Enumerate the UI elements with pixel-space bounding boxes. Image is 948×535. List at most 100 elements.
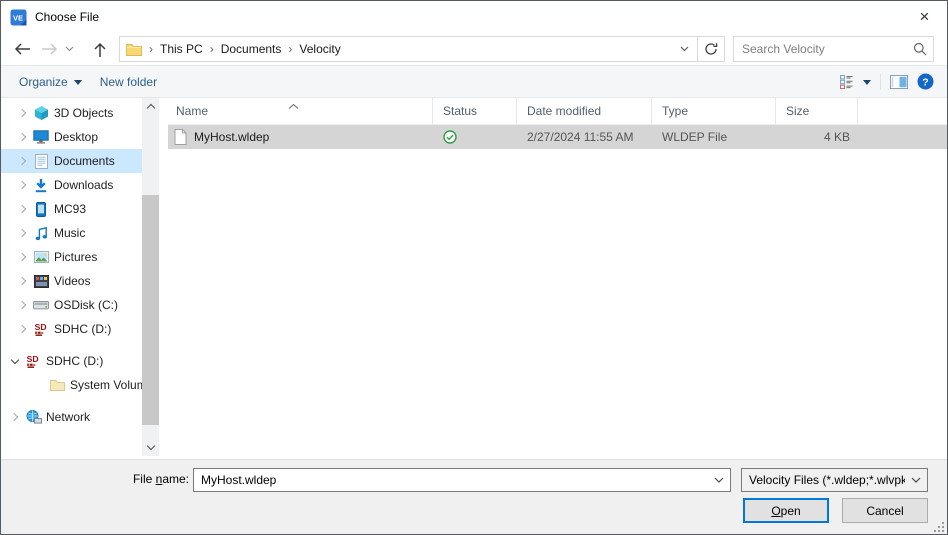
chevron-down-icon[interactable] — [7, 355, 23, 365]
back-button[interactable] — [7, 36, 37, 62]
chevron-right-icon[interactable] — [15, 204, 31, 214]
desktop-icon — [31, 130, 51, 144]
sidebar-item-documents[interactable]: Documents — [1, 149, 142, 173]
scroll-up-button[interactable] — [142, 98, 159, 115]
help-button[interactable]: ? — [917, 73, 934, 90]
column-header-type[interactable]: Type — [652, 98, 776, 124]
search-icon — [907, 42, 933, 56]
chevron-right-icon[interactable] — [15, 156, 31, 166]
chevron-down-icon[interactable] — [708, 477, 730, 483]
chevron-down-icon — [680, 46, 688, 52]
device-icon — [31, 201, 51, 217]
column-header-status[interactable]: Status — [433, 98, 517, 124]
sidebar-item-sdhc-d[interactable]: SD SDHC (D:) — [1, 349, 142, 373]
sort-ascending-icon — [288, 98, 299, 112]
up-button[interactable] — [85, 36, 115, 62]
svg-text:VE: VE — [13, 13, 23, 22]
network-icon — [23, 410, 43, 424]
date-modified-text: 2/27/2024 11:55 AM — [527, 130, 634, 144]
folder-icon — [47, 379, 67, 392]
breadcrumb: › This PC › Documents › Velocity — [120, 37, 671, 61]
resize-grip[interactable] — [933, 521, 944, 532]
chevron-right-icon[interactable] — [15, 108, 31, 118]
videos-icon — [31, 274, 51, 288]
file-type-dropdown[interactable]: Velocity Files (*.wldep;*.wlvpk;* — [741, 468, 928, 492]
breadcrumb-item-documents[interactable]: Documents — [221, 42, 282, 56]
address-dropdown-button[interactable] — [671, 37, 697, 61]
sidebar-scrollbar[interactable] — [142, 98, 159, 456]
breadcrumb-separator-icon: › — [288, 42, 293, 56]
search-input[interactable] — [734, 42, 907, 56]
sidebar-item-mc93[interactable]: MC93 — [1, 197, 142, 221]
details-view-icon — [840, 74, 853, 89]
breadcrumb-separator-icon: › — [209, 42, 214, 56]
sidebar-item-pictures[interactable]: Pictures — [1, 245, 142, 269]
pictures-icon — [31, 251, 51, 263]
sidebar-item-downloads[interactable]: Downloads — [1, 173, 142, 197]
sidebar-item-videos[interactable]: Videos — [1, 269, 142, 293]
chevron-right-icon[interactable] — [15, 276, 31, 286]
sidebar-item-osdisk-c[interactable]: OSDisk (C:) — [1, 293, 142, 317]
sidebar-item-desktop[interactable]: Desktop — [1, 125, 142, 149]
tree-gap — [1, 341, 142, 349]
scrollbar-thumb[interactable] — [142, 195, 159, 425]
file-list[interactable]: Name Status Date modified Type Size MyHost.w… — [168, 98, 947, 459]
column-header-label: Size — [786, 104, 810, 118]
forward-arrow-icon — [41, 43, 57, 55]
close-button[interactable]: × — [902, 1, 947, 32]
sidebar-item-label: OSDisk (C:) — [54, 298, 118, 312]
scroll-down-button[interactable] — [142, 439, 159, 456]
cancel-button[interactable]: Cancel — [842, 498, 928, 523]
chevron-down-icon — [146, 441, 155, 451]
open-button[interactable]: Open — [743, 498, 829, 523]
file-name-combobox[interactable] — [193, 468, 731, 492]
column-header-name[interactable]: Name — [168, 98, 433, 124]
file-name-text: MyHost.wldep — [194, 130, 270, 144]
column-header-label: Status — [443, 104, 478, 118]
sidebar-item-label: 3D Objects — [54, 106, 114, 120]
sidebar-item-network[interactable]: Network — [1, 405, 142, 429]
organize-button[interactable]: Organize — [10, 66, 91, 97]
help-icon: ? — [917, 73, 934, 90]
chevron-down-icon — [65, 46, 73, 52]
file-row-myhost-wldep[interactable]: MyHost.wldep 2/27/2024 11:55 AM WLDEP File… — [168, 125, 947, 149]
dialog-footer: File name: Velocity Files (*.wldep;*.wlv… — [1, 459, 947, 534]
breadcrumb-item-velocity[interactable]: Velocity — [299, 42, 340, 56]
close-icon: × — [919, 7, 930, 26]
column-header-label: Date modified — [527, 104, 602, 118]
new-folder-button[interactable]: New folder — [91, 66, 166, 97]
chevron-right-icon[interactable] — [15, 180, 31, 190]
sidebar-item-sdhc-d[interactable]: SD SDHC (D:) — [1, 317, 142, 341]
column-header-date-modified[interactable]: Date modified — [517, 98, 652, 124]
column-header-label: Name — [176, 104, 209, 118]
chevron-right-icon[interactable] — [15, 132, 31, 142]
search-box[interactable] — [733, 36, 934, 62]
address-bar[interactable]: › This PC › Documents › Velocity — [119, 36, 725, 62]
downloads-icon — [31, 178, 51, 193]
sidebar-item-music[interactable]: Music — [1, 221, 142, 245]
sidebar-item-label: Network — [46, 410, 91, 424]
sd-card-icon: SD — [31, 322, 51, 337]
chevron-right-icon[interactable] — [7, 412, 23, 422]
chevron-right-icon[interactable] — [15, 300, 31, 310]
change-view-button[interactable] — [840, 74, 871, 89]
breadcrumb-item-this-pc[interactable]: This PC — [160, 42, 203, 56]
sidebar-item-system-volume-i[interactable]: System Volume I — [1, 373, 142, 397]
navigation-row: › This PC › Documents › Velocity — [1, 33, 947, 65]
tree-gap — [1, 397, 142, 405]
music-icon — [31, 226, 51, 241]
sidebar-item-3d-objects[interactable]: 3D Objects — [1, 101, 142, 125]
chevron-right-icon[interactable] — [15, 324, 31, 334]
file-name-input[interactable] — [194, 473, 708, 487]
column-header-label: Type — [662, 104, 689, 118]
command-toolbar: Organize New folder ? — [1, 65, 947, 98]
sidebar-item-label: Music — [54, 226, 86, 240]
refresh-button[interactable] — [697, 37, 724, 61]
chevron-right-icon[interactable] — [15, 228, 31, 238]
status-synced-icon — [443, 130, 457, 144]
recent-locations-button[interactable] — [61, 36, 77, 62]
preview-pane-button[interactable] — [890, 74, 908, 89]
forward-button[interactable] — [37, 36, 61, 62]
column-header-size[interactable]: Size — [776, 98, 858, 124]
chevron-right-icon[interactable] — [15, 252, 31, 262]
